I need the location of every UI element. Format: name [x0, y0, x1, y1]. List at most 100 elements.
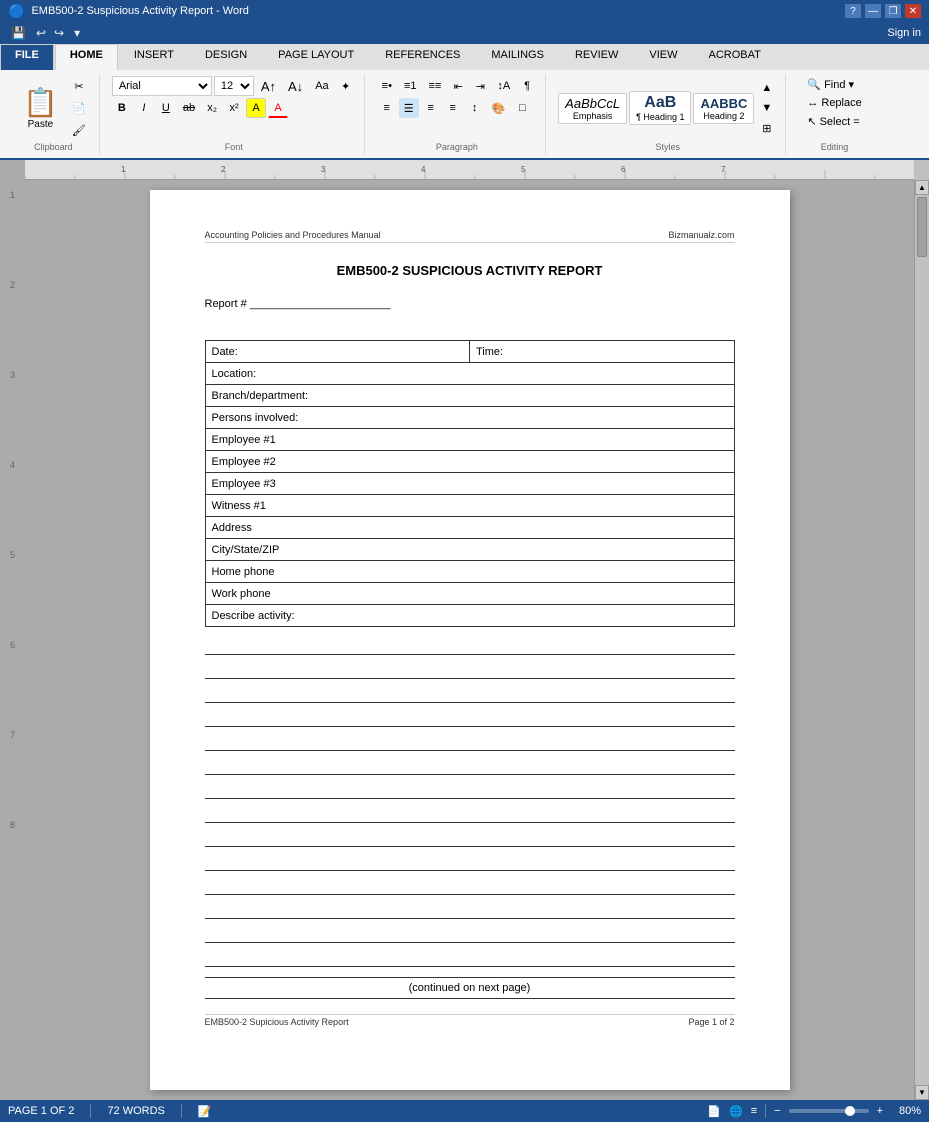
paste-button[interactable]: 📋 Paste — [16, 81, 65, 135]
svg-text:6: 6 — [621, 165, 626, 174]
zoom-plus[interactable]: + — [877, 1105, 883, 1117]
language-indicator: 📝 — [198, 1105, 212, 1118]
help-button[interactable]: ? — [845, 4, 861, 18]
font-name-select[interactable]: Arial — [112, 76, 212, 96]
witness1-row: Witness #1 — [205, 495, 734, 517]
tab-review[interactable]: REVIEW — [560, 44, 633, 70]
location-row: Location: — [205, 363, 734, 385]
footer-left: EMB500-2 Supicious Activity Report — [205, 1017, 349, 1027]
view-web-button[interactable]: 🌐 — [729, 1105, 743, 1118]
tab-acrobat[interactable]: ACROBAT — [693, 44, 775, 70]
sign-in-label[interactable]: Sign in — [887, 27, 921, 39]
clear-format-button[interactable]: ✦ — [336, 76, 356, 96]
title-bar-text: EMB500-2 Suspicious Activity Report - Wo… — [31, 5, 248, 17]
redo-button[interactable]: ↪ — [51, 26, 67, 40]
ruler-svg: 1 2 3 4 5 6 7 — [25, 160, 914, 180]
svg-text:7: 7 — [721, 165, 726, 174]
close-button[interactable]: ✕ — [905, 4, 921, 18]
zoom-slider[interactable] — [789, 1109, 869, 1113]
bullets-button[interactable]: ≡• — [377, 76, 397, 96]
describe-line-11 — [205, 873, 735, 895]
restore-button[interactable]: ❐ — [885, 4, 901, 18]
justify-button[interactable]: ≡ — [443, 98, 463, 118]
status-divider-2 — [181, 1104, 182, 1118]
paragraph-label: Paragraph — [436, 140, 478, 152]
tab-page-layout[interactable]: PAGE LAYOUT — [263, 44, 369, 70]
scroll-thumb[interactable] — [917, 197, 927, 257]
vertical-scrollbar[interactable]: ▲ ▼ — [914, 180, 929, 1100]
styles-up-button[interactable]: ▲ — [756, 78, 777, 98]
minimize-button[interactable]: — — [865, 4, 881, 18]
copy-button[interactable]: 📄 — [67, 98, 91, 118]
undo-button[interactable]: ↩ — [33, 26, 49, 40]
tab-mailings[interactable]: MAILINGS — [476, 44, 559, 70]
styles-down-button[interactable]: ▼ — [756, 98, 777, 118]
font-color-button[interactable]: A — [268, 98, 288, 118]
zoom-thumb[interactable] — [845, 1106, 855, 1116]
ruler-scrollbar-area — [914, 160, 929, 180]
line-spacing-button[interactable]: ↕ — [465, 98, 485, 118]
style-emphasis[interactable]: AaBbCcL Emphasis — [558, 93, 627, 124]
select-button[interactable]: ↖ Select = — [798, 113, 868, 130]
tab-file[interactable]: FILE — [0, 44, 54, 70]
sort-button[interactable]: ↕A — [492, 76, 515, 96]
svg-text:5: 5 — [521, 165, 526, 174]
style-heading2[interactable]: AABBC Heading 2 — [693, 93, 754, 124]
status-left: PAGE 1 OF 2 72 WORDS 📝 — [8, 1104, 212, 1118]
align-center-button[interactable]: ☰ — [399, 98, 419, 118]
styles-expand-button[interactable]: ⊞ — [756, 118, 777, 138]
font-size-select[interactable]: 12 — [214, 76, 254, 96]
shrink-font-button[interactable]: A↓ — [283, 76, 308, 96]
footer-right: Page 1 of 2 — [688, 1017, 734, 1027]
tab-insert[interactable]: INSERT — [119, 44, 189, 70]
save-qa-button[interactable]: 💾 — [8, 26, 29, 40]
align-right-button[interactable]: ≡ — [421, 98, 441, 118]
clipboard-sub-btns: ✂ 📄 🖌 — [67, 76, 91, 140]
employee1-cell: Employee #1 — [205, 429, 734, 451]
subscript-button[interactable]: x₂ — [202, 98, 222, 118]
view-outline-button[interactable]: ≡ — [751, 1105, 757, 1117]
view-print-button[interactable]: 📄 — [707, 1105, 721, 1118]
align-left-button[interactable]: ≡ — [377, 98, 397, 118]
numbering-button[interactable]: ≡1 — [399, 76, 422, 96]
tab-view[interactable]: VIEW — [634, 44, 692, 70]
grow-font-button[interactable]: A↑ — [256, 76, 281, 96]
cut-button[interactable]: ✂ — [67, 76, 91, 96]
decrease-indent-button[interactable]: ⇤ — [448, 76, 468, 96]
strikethrough-button[interactable]: ab — [178, 98, 200, 118]
employee2-cell: Employee #2 — [205, 451, 734, 473]
italic-button[interactable]: I — [134, 98, 154, 118]
customize-qa-button[interactable]: ▾ — [71, 26, 83, 40]
bold-button[interactable]: B — [112, 98, 132, 118]
show-formatting-button[interactable]: ¶ — [517, 76, 537, 96]
status-bar: PAGE 1 OF 2 72 WORDS 📝 📄 🌐 ≡ − + 80% — [0, 1100, 929, 1122]
describe-line-6 — [205, 753, 735, 775]
continued-top-line — [205, 977, 735, 978]
describe-line-8 — [205, 801, 735, 823]
status-divider-1 — [90, 1104, 91, 1118]
paragraph-content: ≡• ≡1 ≡≡ ⇤ ⇥ ↕A ¶ ≡ ☰ ≡ ≡ ↕ 🎨 □ — [377, 76, 538, 140]
clipboard-group: 📋 Paste ✂ 📄 🖌 Clipboard — [8, 74, 100, 154]
text-highlight-button[interactable]: A — [246, 98, 266, 118]
scroll-track[interactable] — [915, 195, 929, 1085]
scroll-up-button[interactable]: ▲ — [915, 180, 929, 195]
underline-button[interactable]: U — [156, 98, 176, 118]
tab-home[interactable]: HOME — [55, 44, 118, 70]
superscript-button[interactable]: x² — [224, 98, 244, 118]
shading-button[interactable]: 🎨 — [487, 98, 511, 118]
style-heading1[interactable]: AaB ¶ Heading 1 — [629, 91, 691, 125]
change-case-button[interactable]: Aa — [310, 76, 333, 96]
document-page[interactable]: Accounting Policies and Procedures Manua… — [150, 190, 790, 1090]
margin-marker-8: 8 — [10, 820, 15, 830]
multilevel-list-button[interactable]: ≡≡ — [423, 76, 446, 96]
format-painter-button[interactable]: 🖌 — [67, 120, 91, 140]
replace-button[interactable]: ↔ Replace — [798, 95, 870, 111]
find-button[interactable]: 🔍 Find ▾ — [798, 76, 863, 93]
zoom-minus[interactable]: − — [774, 1105, 780, 1117]
title-bar-controls[interactable]: ? — ❐ ✕ — [845, 4, 921, 18]
tab-design[interactable]: DESIGN — [190, 44, 262, 70]
increase-indent-button[interactable]: ⇥ — [470, 76, 490, 96]
scroll-down-button[interactable]: ▼ — [915, 1085, 929, 1100]
tab-references[interactable]: REFERENCES — [370, 44, 475, 70]
borders-button[interactable]: □ — [512, 98, 532, 118]
